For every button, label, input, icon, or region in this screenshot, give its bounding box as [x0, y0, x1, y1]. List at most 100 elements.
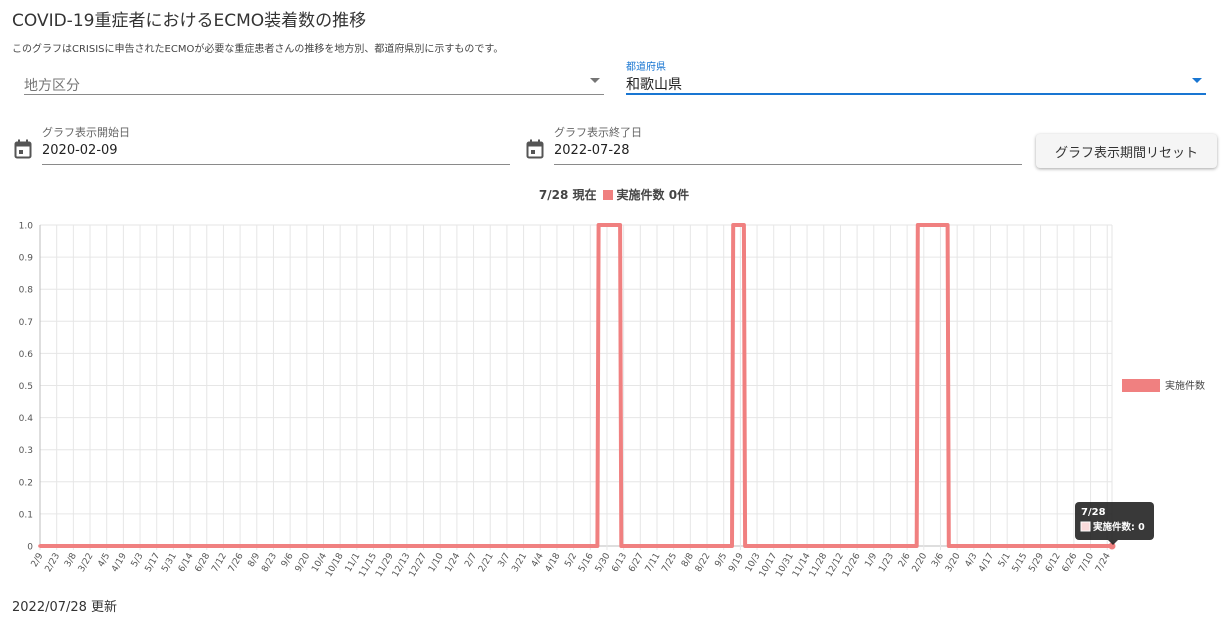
- x-tick-label: 4/4: [530, 551, 546, 569]
- data-point: [571, 544, 576, 548]
- start-date-label: グラフ表示開始日: [42, 126, 130, 139]
- data-point: [121, 544, 126, 548]
- x-tick-label: 3/22: [77, 552, 96, 575]
- y-tick-label: 0.3: [19, 446, 33, 456]
- data-point: [463, 544, 468, 548]
- region-select-placeholder: 地方区分: [24, 78, 80, 94]
- data-point: [1022, 544, 1026, 548]
- end-date-value: 2022-07-28: [554, 143, 630, 158]
- data-point: [727, 544, 732, 548]
- x-tick-label: 3/7: [497, 552, 513, 570]
- x-tick-label: 7/10: [1077, 551, 1096, 574]
- data-point: [171, 544, 176, 548]
- data-point: [885, 544, 889, 548]
- x-tick-label: 1/10: [427, 551, 446, 574]
- data-point: [739, 223, 744, 227]
- data-point: [661, 544, 665, 548]
- data-point: [221, 544, 226, 548]
- end-date-field[interactable]: グラフ表示終了日 2022-07-28: [554, 122, 1022, 165]
- data-point: [868, 544, 873, 548]
- calendar-icon[interactable]: [14, 139, 32, 159]
- data-point: [1038, 544, 1043, 548]
- data-point: [188, 544, 192, 548]
- data-point: [826, 544, 831, 548]
- tooltip-title: 7/28: [1081, 507, 1106, 518]
- y-tick-label: 0.4: [19, 414, 34, 424]
- x-tick-label: 2/20: [911, 551, 930, 574]
- y-tick-label: 0.5: [19, 382, 33, 392]
- x-tick-label: 3/20: [944, 551, 963, 574]
- data-point: [711, 544, 715, 548]
- data-point: [471, 544, 476, 548]
- legend-swatch: [1122, 379, 1160, 392]
- y-tick-label: 0: [27, 543, 33, 553]
- data-point: [446, 544, 451, 548]
- data-point: [947, 544, 951, 548]
- x-tick-label: 8/9: [246, 551, 262, 569]
- x-tick-label: 8/8: [680, 551, 696, 569]
- data-point: [46, 544, 51, 548]
- data-point: [627, 544, 632, 548]
- x-tick-label: 2/6: [897, 551, 913, 569]
- data-point: [496, 544, 501, 548]
- x-tick-label: 4/17: [977, 552, 996, 575]
- data-point: [421, 544, 426, 548]
- data-point: [505, 544, 509, 548]
- prefecture-select[interactable]: 都道府県 和歌山県: [626, 58, 1206, 95]
- data-point: [619, 544, 624, 548]
- x-tick-label: 3/8: [63, 551, 79, 569]
- data-point: [910, 544, 914, 548]
- data-point: [932, 223, 937, 227]
- data-point: [480, 544, 484, 548]
- prefecture-select-label: 都道府県: [626, 62, 666, 73]
- reset-period-button[interactable]: グラフ表示期間リセット: [1036, 134, 1217, 168]
- summary-legend-swatch: [602, 190, 613, 200]
- data-point: [588, 544, 593, 548]
- start-date-field[interactable]: グラフ表示開始日 2020-02-09: [42, 122, 510, 165]
- chevron-down-icon: [1192, 78, 1202, 83]
- region-select[interactable]: 地方区分: [24, 68, 604, 95]
- data-point: [613, 223, 618, 227]
- data-point: [751, 544, 756, 548]
- data-point: [96, 544, 101, 548]
- x-tick-label: 3/6: [930, 551, 946, 569]
- data-point: [396, 544, 401, 548]
- data-point: [644, 544, 649, 548]
- data-point: [1072, 544, 1076, 548]
- data-point: [768, 544, 772, 548]
- data-point: [538, 544, 543, 548]
- data-point: [405, 544, 409, 548]
- data-point: [702, 544, 707, 548]
- legend-label: 実施件数: [1165, 379, 1205, 392]
- data-point: [1013, 544, 1018, 548]
- y-tick-label: 0.8: [19, 286, 34, 296]
- data-point: [963, 544, 968, 548]
- data-point: [288, 544, 292, 548]
- ecmo-line-chart: 00.10.20.30.40.50.60.70.80.91.02/92/23 3/…: [19, 222, 1205, 579]
- y-tick-label: 0.7: [19, 318, 33, 328]
- data-point: [893, 544, 898, 548]
- data-point: [213, 544, 217, 548]
- start-date-value: 2020-02-09: [42, 143, 118, 158]
- x-tick-label: 6/12: [1044, 552, 1063, 575]
- data-point: [955, 544, 959, 548]
- x-tick-label: 5/31: [160, 552, 179, 575]
- data-point: [79, 544, 84, 548]
- data-point: [513, 544, 518, 548]
- x-tick-label: 1/24: [444, 551, 463, 574]
- calendar-icon[interactable]: [526, 139, 544, 159]
- x-tick-label: 9/5: [713, 552, 729, 570]
- prefecture-select-underline: [626, 93, 1206, 95]
- data-point: [380, 544, 384, 548]
- data-point: [1047, 544, 1051, 548]
- x-tick-label: 5/2: [563, 552, 579, 570]
- data-point: [413, 544, 418, 548]
- data-point: [843, 544, 847, 548]
- data-point: [605, 223, 609, 227]
- x-tick-label: 5/16: [577, 551, 596, 574]
- data-point: [138, 544, 142, 548]
- data-point: [1105, 544, 1110, 548]
- x-tick-label: 10/18: [324, 551, 346, 579]
- data-point: [530, 544, 534, 548]
- data-point: [229, 544, 234, 548]
